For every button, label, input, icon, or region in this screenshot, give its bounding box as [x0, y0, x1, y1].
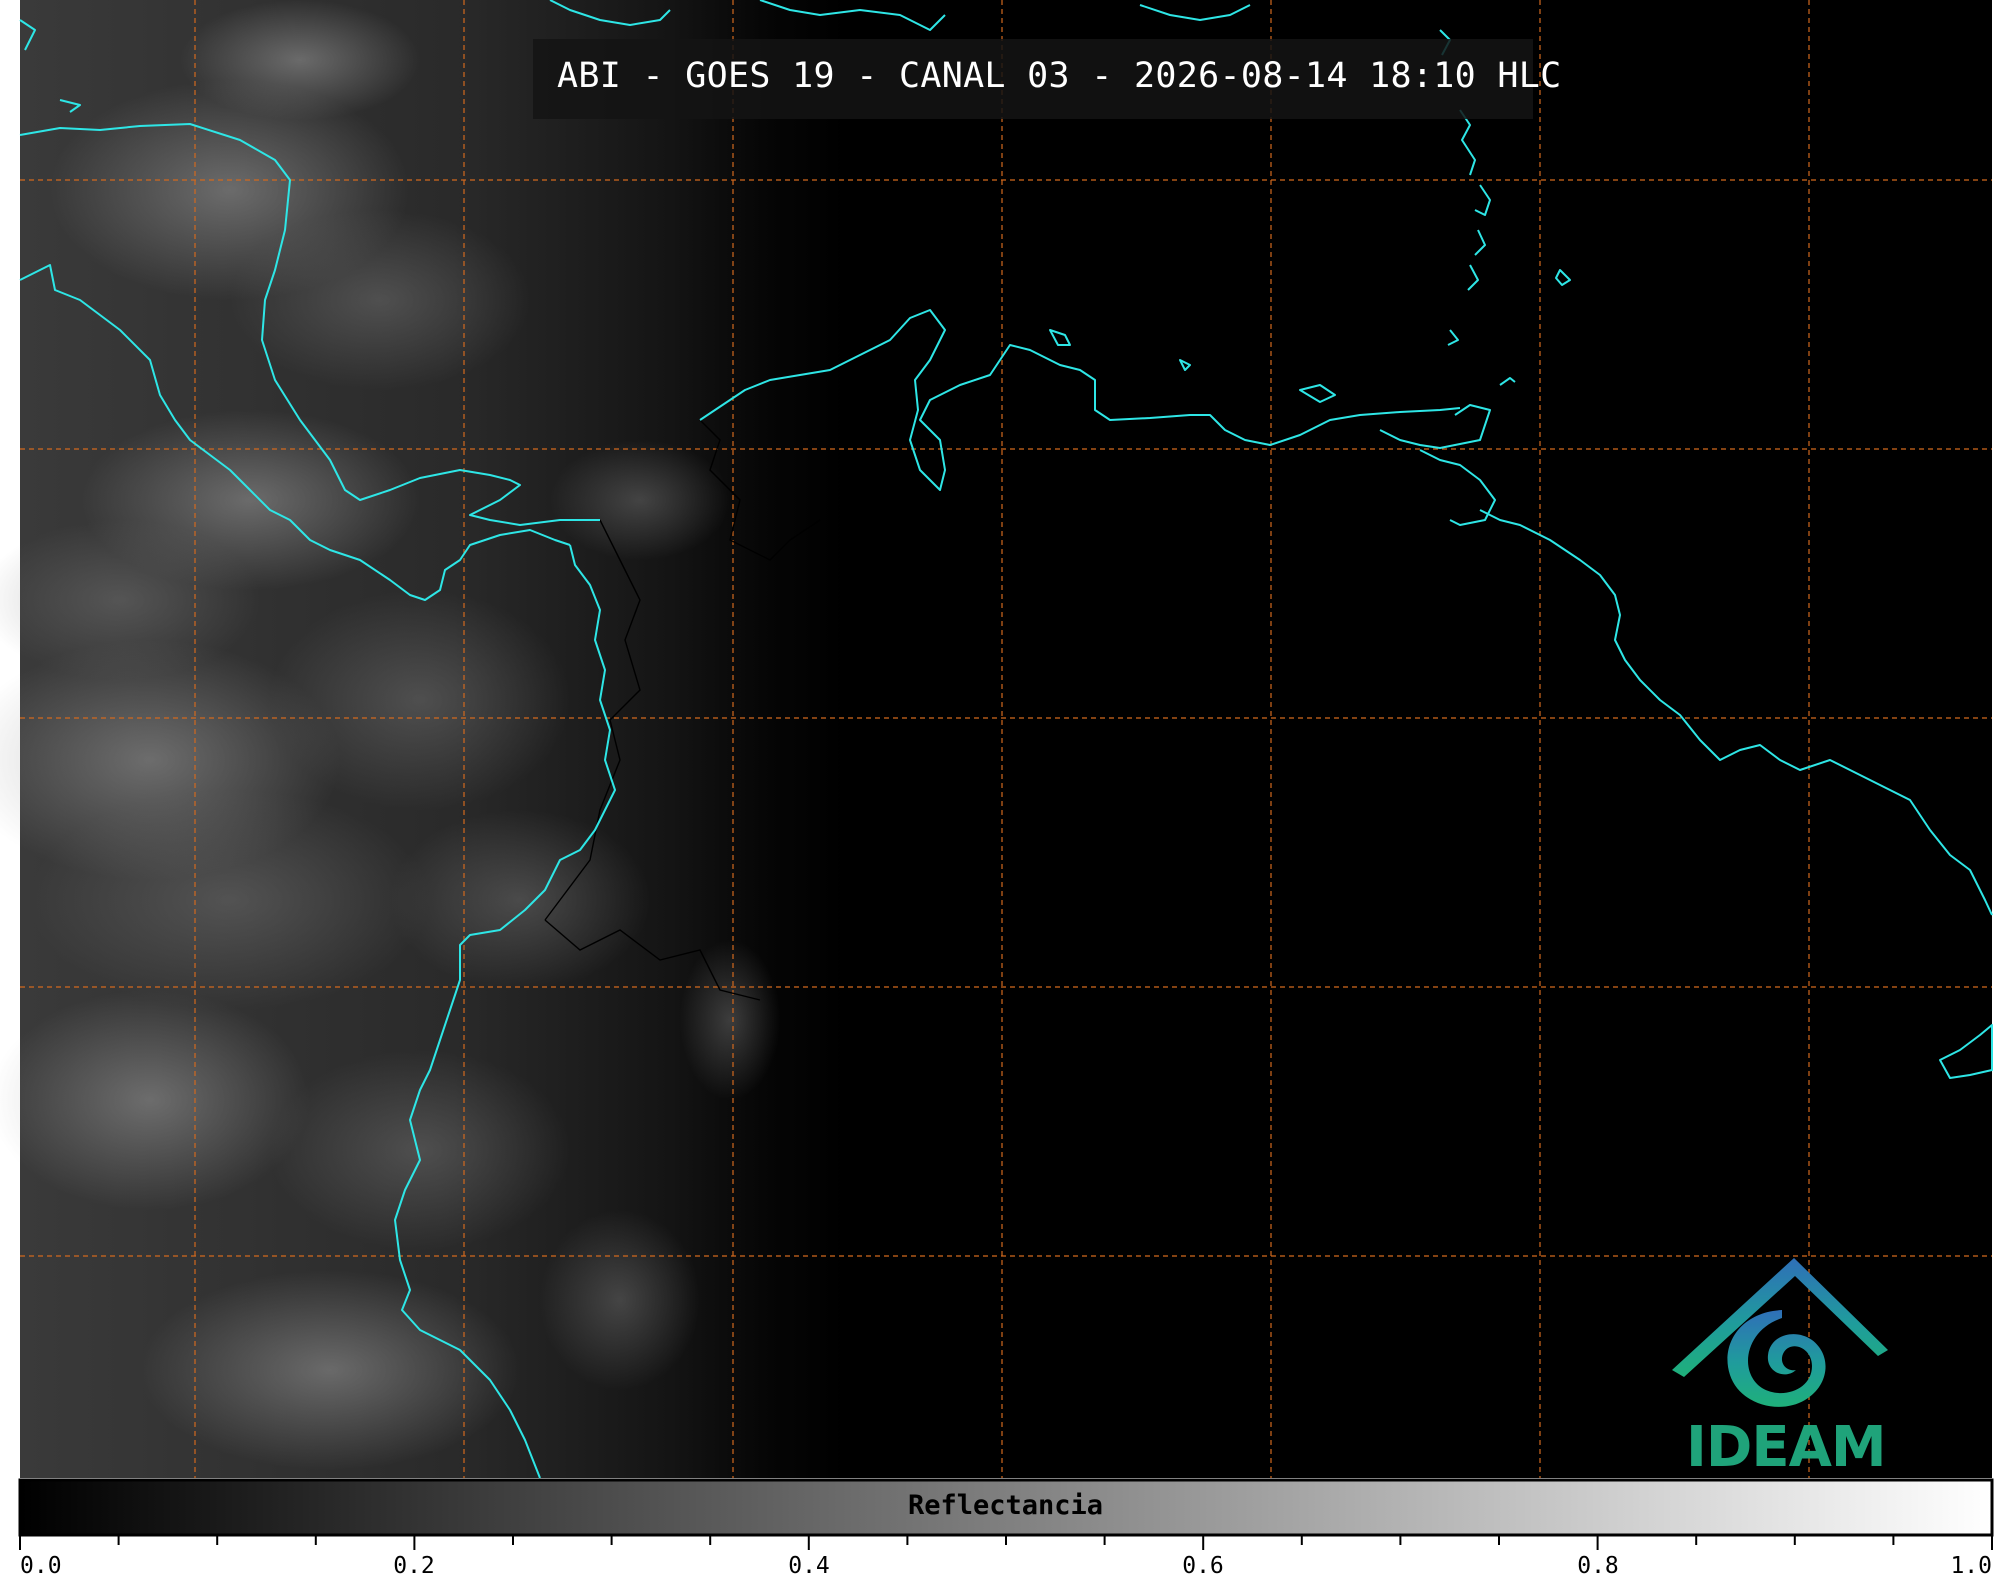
colorbar-tick-label: 0.4 [788, 1553, 830, 1579]
colorbar-tick-label: 0.6 [1182, 1553, 1224, 1579]
ideam-logo-text: IDEAM [1686, 1415, 1887, 1480]
colorbar-tick-label: 0.8 [1577, 1553, 1619, 1579]
colorbar-label: Reflectancia [907, 1490, 1104, 1521]
colorbar-ticks [19, 1535, 1993, 1550]
colorbar-tick-label: 0.2 [393, 1553, 435, 1579]
colorbar-tick-label: 1.0 [1950, 1553, 1992, 1579]
satellite-map [0, 0, 1994, 1550]
map-title: ABI - GOES 19 - CANAL 03 - 2026-08-14 18… [557, 56, 1562, 96]
colorbar-tick-label: 0.0 [20, 1553, 62, 1579]
